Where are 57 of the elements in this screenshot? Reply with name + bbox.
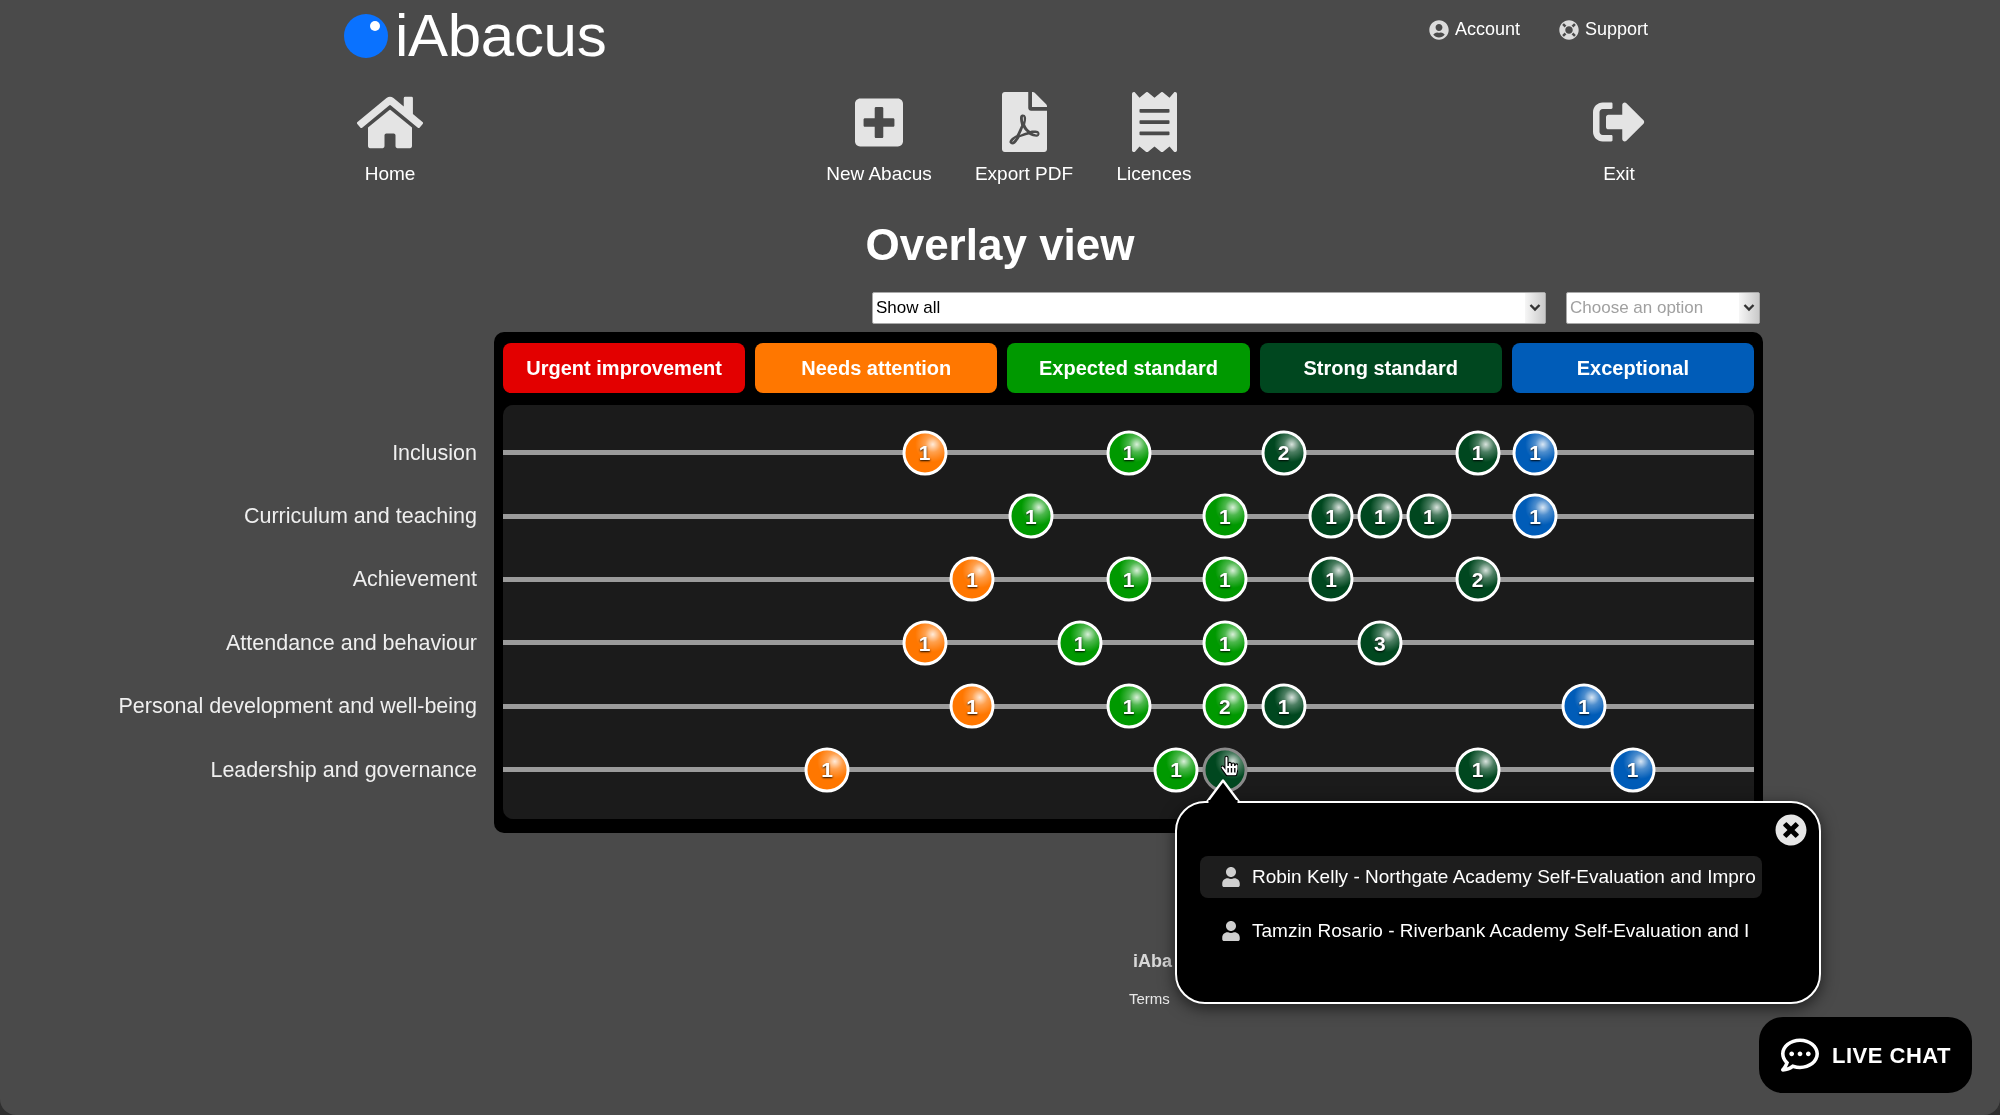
abacus-bead[interactable]: 1 (1561, 683, 1607, 729)
abacus-bead[interactable]: 1 (1106, 683, 1151, 729)
abacus-bead[interactable]: 1 (1512, 493, 1558, 539)
abacus-bead[interactable]: 1 (1512, 430, 1558, 476)
nav-button[interactable]: Home (340, 91, 440, 185)
nav-button[interactable]: Exit (1569, 91, 1669, 185)
abacus-bead[interactable]: 1 (1202, 620, 1248, 666)
logo-text: iAbacus (395, 6, 607, 66)
abacus-bead[interactable]: 3 (1357, 620, 1403, 666)
row-label: Inclusion (392, 439, 477, 467)
receipt-icon (1131, 92, 1177, 152)
close-button[interactable] (1775, 814, 1807, 846)
nav-button[interactable]: Licences (1099, 91, 1209, 185)
legend-button[interactable]: Exceptional (1511, 343, 1754, 393)
abacus-bead[interactable]: 2 (1455, 556, 1500, 602)
lifebuoy-icon (1558, 19, 1579, 40)
logo-icon (344, 14, 388, 58)
row-label: Achievement (352, 566, 477, 594)
legend-button[interactable]: Urgent improvement (503, 343, 746, 393)
abacus-bead[interactable]: 1 (1455, 430, 1500, 476)
filter-select[interactable]: Show all (872, 292, 1546, 324)
popup-list-item[interactable]: Robin Kelly - Northgate Academy Self-Evaluation and Impro (1200, 856, 1762, 898)
close-icon (1775, 814, 1807, 846)
header-link[interactable]: Support (1558, 16, 1648, 43)
row-label: Personal development and well-being (118, 693, 477, 721)
chat-bubble-icon (1780, 1036, 1820, 1074)
abacus-bead[interactable]: 1 (1455, 747, 1500, 793)
abacus-bead[interactable]: 1 (1406, 493, 1452, 539)
abacus-bead[interactable]: 1 (1610, 747, 1656, 793)
nav-button[interactable]: Export PDF (959, 91, 1089, 185)
live-chat-button[interactable]: LIVE CHAT (1759, 1017, 1972, 1093)
legend-button[interactable]: Expected standard (1007, 343, 1250, 393)
row-label: Curriculum and teaching (243, 502, 477, 530)
abacus-bead[interactable]: 2 (1261, 430, 1307, 476)
abacus-bead[interactable]: 1 (1261, 683, 1307, 729)
popup-list-item[interactable]: Tamzin Rosario - Riverbank Academy Self-Evaluation and I (1200, 910, 1756, 952)
abacus-bead[interactable]: 1 (1308, 493, 1354, 539)
footer-brand: iAba (1133, 950, 1172, 973)
legend-button[interactable]: Strong standard (1259, 343, 1502, 393)
abacus-bead[interactable]: 1 (1057, 620, 1103, 666)
nav-button[interactable]: New Abacus (814, 91, 944, 185)
row-label: Attendance and behaviour (225, 629, 477, 657)
abacus-bead[interactable]: 1 (1106, 556, 1151, 602)
header-link[interactable]: Account (1428, 16, 1520, 43)
abacus-bead[interactable]: 1 (1008, 493, 1054, 539)
page-title: Overlay view (865, 220, 1135, 270)
pdf-file-icon (1001, 92, 1047, 152)
hand-cursor-icon (1220, 755, 1238, 778)
abacus-bead[interactable]: 1 (1106, 430, 1151, 476)
abacus-bead[interactable]: 1 (1357, 493, 1403, 539)
abacus-bead[interactable]: 1 (1202, 493, 1248, 539)
person-icon (1222, 921, 1240, 941)
abacus-bead[interactable]: 1 (1202, 556, 1248, 602)
abacus-bead[interactable]: 1 (1308, 556, 1354, 602)
footer-link[interactable]: Terms (1129, 990, 1170, 1009)
row-label: Leadership and governance (210, 756, 477, 784)
person-icon (1222, 867, 1240, 887)
